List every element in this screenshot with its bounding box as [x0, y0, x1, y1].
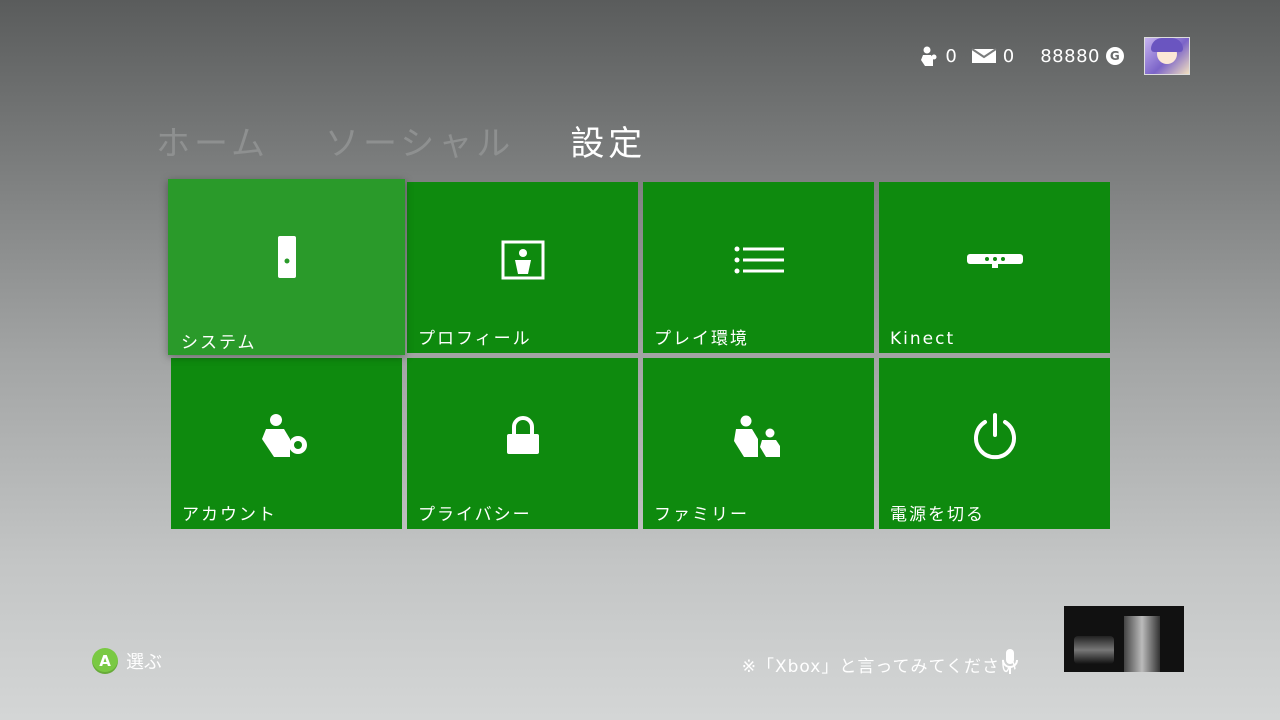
profile-icon [501, 240, 544, 280]
kinect-icon [966, 254, 1023, 268]
power-icon [973, 413, 1016, 460]
tab-home[interactable]: ホーム [156, 116, 269, 165]
console-icon [277, 236, 296, 278]
select-hint: A 選ぶ [92, 648, 162, 674]
list-icon [734, 246, 784, 274]
tile-play-environment[interactable]: プレイ環境 [643, 182, 874, 353]
gamerscore-value: 88880 [1040, 45, 1100, 67]
kinect-camera-preview [1064, 606, 1184, 672]
tile-label: ファミリー [654, 505, 749, 525]
status-bar: 0 0 88880 G [921, 37, 1190, 75]
hub-nav: ホーム ソーシャル 設定 [156, 116, 646, 165]
account-settings-icon [261, 414, 307, 457]
microphone-icon [1002, 649, 1018, 674]
a-button-icon: A [92, 648, 118, 674]
tile-system[interactable]: システム [168, 179, 405, 355]
settings-tile-grid: システム プロフィール プレイ環境 Kinect アカウント プライバシー ファ… [168, 179, 1110, 529]
lock-icon [506, 416, 539, 454]
tile-account[interactable]: アカウント [171, 358, 402, 529]
friends-icon [921, 46, 937, 66]
tile-privacy[interactable]: プライバシー [407, 358, 638, 529]
tile-label: システム [181, 333, 257, 353]
tab-social[interactable]: ソーシャル [325, 116, 514, 165]
friends-indicator[interactable]: 0 [921, 45, 957, 67]
tab-settings[interactable]: 設定 [570, 116, 646, 165]
tile-profile[interactable]: プロフィール [407, 182, 638, 353]
tile-label: プレイ環境 [654, 329, 749, 349]
tile-label: 電源を切る [890, 505, 985, 525]
friends-count: 0 [945, 45, 957, 67]
tile-family[interactable]: ファミリー [643, 358, 874, 529]
messages-count: 0 [1002, 45, 1015, 67]
tile-label: アカウント [182, 505, 277, 525]
mail-icon [971, 48, 997, 63]
tile-label: プロフィール [418, 329, 532, 349]
tile-kinect[interactable]: Kinect [879, 182, 1110, 353]
gamerscore-icon: G [1106, 47, 1124, 65]
voice-prompt: ※「Xbox」と言ってみてください [741, 657, 1018, 677]
family-icon [733, 415, 780, 457]
gamer-picture[interactable] [1144, 37, 1190, 75]
select-hint-label: 選ぶ [126, 652, 162, 673]
gamerscore: 88880 G [1040, 46, 1124, 67]
tile-label: プライバシー [418, 505, 532, 525]
tile-power-off[interactable]: 電源を切る [879, 358, 1110, 529]
tile-label: Kinect [890, 329, 956, 349]
messages-indicator[interactable]: 0 [971, 46, 1014, 67]
